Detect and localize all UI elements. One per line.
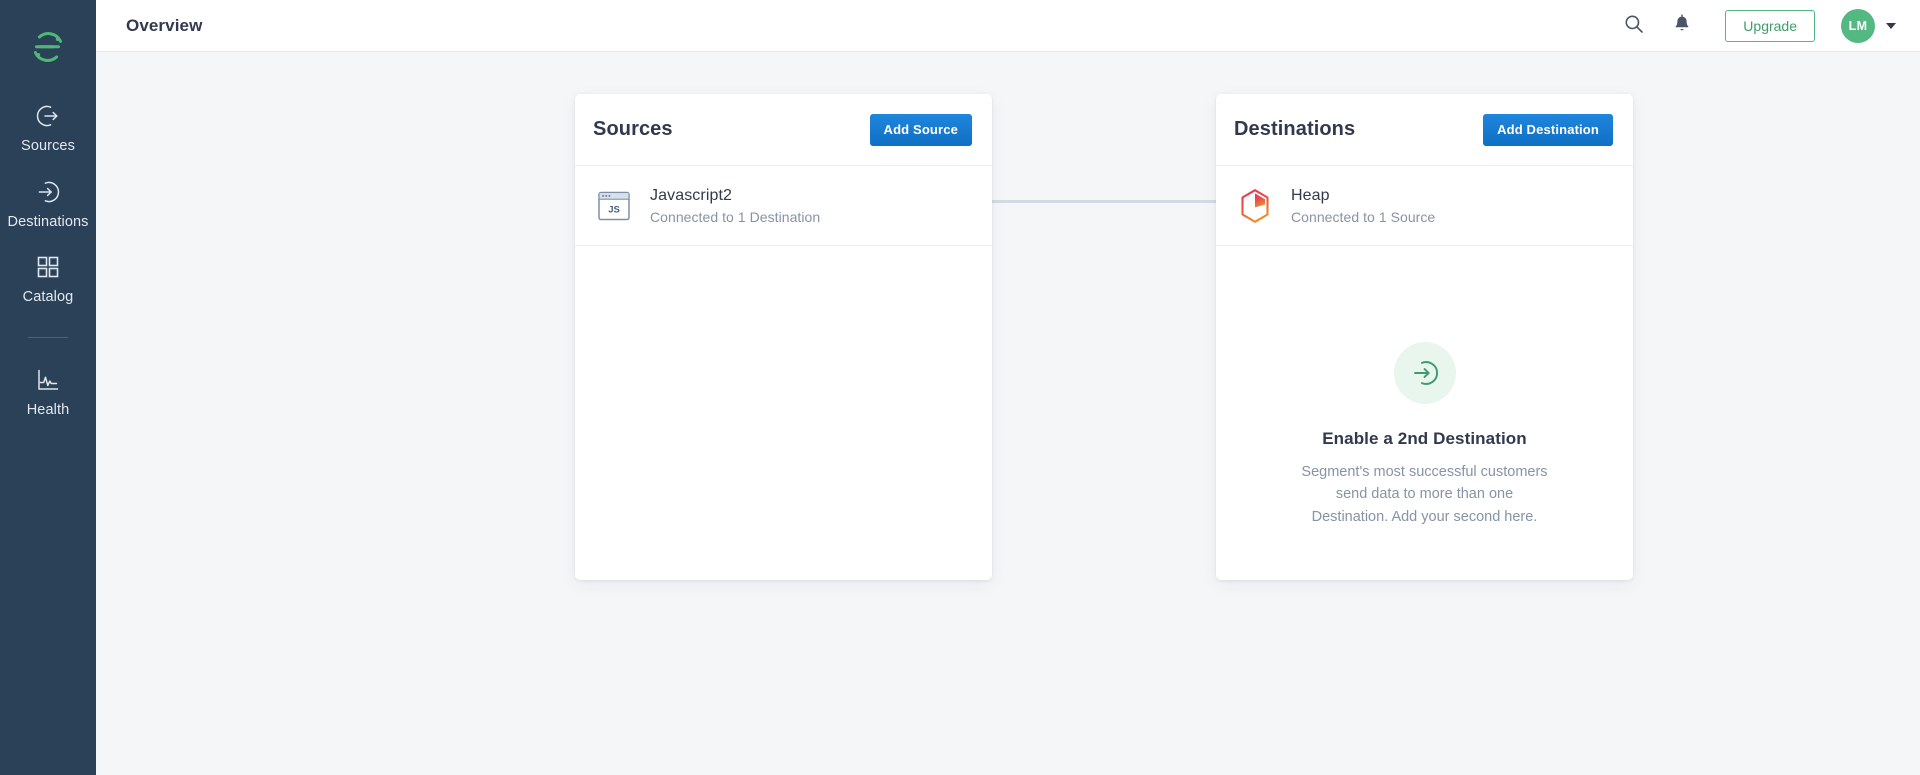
segment-logo-icon xyxy=(31,30,65,64)
upgrade-button[interactable]: Upgrade xyxy=(1725,10,1815,42)
sidebar-divider xyxy=(28,337,68,338)
destination-item-text: Heap Connected to 1 Source xyxy=(1291,187,1435,225)
source-item-subtitle: Connected to 1 Destination xyxy=(650,209,820,225)
destinations-card-header: Destinations Add Destination xyxy=(1216,94,1633,166)
destinations-card-title: Destinations xyxy=(1234,118,1355,141)
page-title: Overview xyxy=(126,16,202,36)
empty-state-title: Enable a 2nd Destination xyxy=(1322,429,1527,449)
search-icon xyxy=(1624,14,1644,37)
destinations-card: Destinations Add Destination xyxy=(1216,94,1633,580)
sources-card: Sources Add Source JS xyxy=(575,94,992,580)
heap-destination-icon xyxy=(1236,187,1274,225)
sidebar-item-label: Health xyxy=(27,403,70,418)
sidebar-item-health[interactable]: Health xyxy=(0,352,96,428)
account-menu[interactable]: LM xyxy=(1841,9,1896,43)
sidebar-item-label: Catalog xyxy=(23,290,74,305)
topbar: Overview Up xyxy=(96,0,1920,52)
empty-state-description: Segment's most successful customers send… xyxy=(1300,461,1550,528)
overview-canvas: Sources Add Source JS xyxy=(96,52,1920,775)
sources-card-header: Sources Add Source xyxy=(575,94,992,166)
destination-list-item[interactable]: Heap Connected to 1 Source xyxy=(1216,166,1633,246)
add-source-button[interactable]: Add Source xyxy=(870,114,972,146)
source-destination-connector xyxy=(991,200,1217,203)
grid-squares-icon xyxy=(34,253,62,281)
source-item-name: Javascript2 xyxy=(650,187,820,205)
sidebar-item-catalog[interactable]: Catalog xyxy=(0,239,96,315)
sidebar-item-destinations[interactable]: Destinations xyxy=(0,164,96,240)
sidebar: Sources Destinations Cata xyxy=(0,0,96,775)
search-button[interactable] xyxy=(1617,9,1651,43)
destinations-card-body: Enable a 2nd Destination Segment's most … xyxy=(1216,246,1633,580)
chevron-down-icon xyxy=(1886,23,1896,29)
health-chart-icon xyxy=(34,366,62,394)
bell-icon xyxy=(1672,14,1692,37)
segment-logo[interactable] xyxy=(0,16,96,78)
source-item-text: Javascript2 Connected to 1 Destination xyxy=(650,187,820,225)
svg-text:JS: JS xyxy=(608,204,620,215)
arrow-into-circle-icon xyxy=(1394,342,1456,404)
destination-item-subtitle: Connected to 1 Source xyxy=(1291,209,1435,225)
source-arrow-out-icon xyxy=(34,102,62,130)
destination-item-name: Heap xyxy=(1291,187,1435,205)
javascript-source-icon: JS xyxy=(595,187,633,225)
sidebar-item-label: Destinations xyxy=(8,215,89,230)
destination-arrow-in-icon xyxy=(34,178,62,206)
notifications-button[interactable] xyxy=(1665,9,1699,43)
source-list-item[interactable]: JS Javascript2 Connected to 1 Destinatio… xyxy=(575,166,992,246)
sidebar-item-label: Sources xyxy=(21,139,75,154)
main-area: Overview Up xyxy=(96,0,1920,775)
add-destination-button[interactable]: Add Destination xyxy=(1483,114,1613,146)
avatar: LM xyxy=(1841,9,1875,43)
enable-second-destination-empty-state: Enable a 2nd Destination Segment's most … xyxy=(1216,342,1633,528)
sources-card-body xyxy=(575,246,992,580)
sidebar-item-sources[interactable]: Sources xyxy=(0,88,96,164)
sources-card-title: Sources xyxy=(593,118,673,141)
app-root: Sources Destinations Cata xyxy=(0,0,1920,775)
